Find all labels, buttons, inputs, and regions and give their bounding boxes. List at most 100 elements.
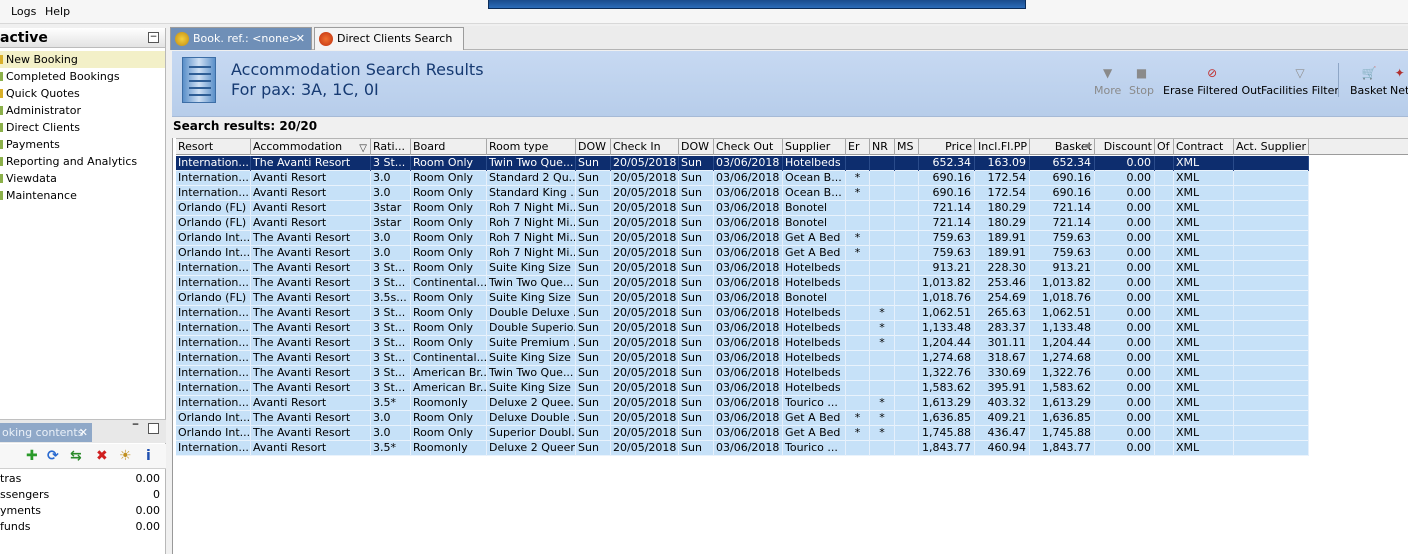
table-row[interactable]: Orlando (FL) The Avanti Resort 3.5s... Room… (176, 291, 1309, 306)
minimize-icon[interactable]: − (148, 32, 159, 43)
cell-contract: XML (1174, 321, 1234, 336)
cell-board: Room Only (411, 186, 487, 201)
cell-check-out: 03/06/2018 (714, 396, 783, 411)
cell-supplier: Bonotel (783, 291, 846, 306)
close-icon[interactable]: ✕ (79, 423, 88, 442)
cell-accommodation: The Avanti Resort (251, 321, 371, 336)
table-row[interactable]: Orlando Int... The Avanti Resort 3.0 Room O… (176, 411, 1309, 426)
column-header-resort[interactable]: Resort (176, 139, 251, 155)
column-header-ms[interactable]: MS (895, 139, 919, 155)
cell-price: 652.34 (919, 156, 975, 171)
minimize-icon[interactable]: − (130, 421, 141, 432)
cell-resort: Internation... (176, 156, 251, 171)
close-icon[interactable]: ✕ (296, 28, 305, 50)
tab-booking-contents[interactable]: oking contents ✕ (0, 423, 92, 442)
column-header-dow-in[interactable]: DOW (576, 139, 611, 155)
table-row[interactable]: Internation... Avanti Resort 3.0 Room Only S… (176, 171, 1309, 186)
nav-item-payments[interactable]: Payments (0, 136, 165, 153)
cell-act-supplier (1234, 306, 1309, 321)
cell-discount: 0.00 (1095, 366, 1155, 381)
table-row[interactable]: Orlando Int... The Avanti Resort 3.0 Room O… (176, 246, 1309, 261)
nav-item-maintenance[interactable]: Maintenance (0, 187, 165, 204)
column-header-basket[interactable]: Basket (1030, 139, 1095, 155)
info-icon[interactable]: i (146, 448, 151, 464)
cell-resort: Orlando (FL) (176, 291, 251, 306)
stop-button[interactable]: ■ Stop (1129, 67, 1154, 98)
column-header-supplier[interactable]: Supplier (783, 139, 846, 155)
table-row[interactable]: Internation... The Avanti Resort 3 St... Am… (176, 381, 1309, 396)
column-header-incl-fl-pp[interactable]: Incl.Fl.PP (975, 139, 1030, 155)
nav-item-completed-bookings[interactable]: Completed Bookings (0, 68, 165, 85)
nav-item-administrator[interactable]: Administrator (0, 102, 165, 119)
column-header-of[interactable]: Of (1155, 139, 1174, 155)
column-header-discount[interactable]: Discount (1095, 139, 1155, 155)
cell-rating: 3.0 (371, 231, 411, 246)
erase-filtered-button[interactable]: ⊘ Erase Filtered Out (1163, 67, 1261, 98)
cell-nr (870, 276, 895, 291)
cell-check-in: 20/05/2018 (611, 426, 679, 441)
cell-of (1155, 246, 1174, 261)
column-header-rating[interactable]: Rati... (371, 139, 411, 155)
table-row[interactable]: Internation... Avanti Resort 3.5* Roomonly D… (176, 441, 1309, 456)
basket-button[interactable]: 🛒 Basket (1350, 67, 1387, 98)
cell-ms (895, 291, 919, 306)
facilities-filter-button[interactable]: ▽ Facilities Filter (1261, 66, 1339, 98)
column-header-price[interactable]: Price (919, 139, 975, 155)
menu-help[interactable]: Help (45, 5, 70, 18)
transfer-icon[interactable]: ⇆ (70, 448, 82, 464)
cell-incl-fl-pp: 180.29 (975, 216, 1030, 231)
table-row[interactable]: Internation... The Avanti Resort 3 St... Co… (176, 276, 1309, 291)
column-header-contract[interactable]: Contract (1174, 139, 1234, 155)
refresh-icon[interactable]: ⟳ (47, 448, 59, 464)
cell-contract: XML (1174, 351, 1234, 366)
column-header-dow-out[interactable]: DOW (679, 139, 714, 155)
menu-logs[interactable]: Logs (11, 5, 36, 18)
nav-item-viewdata[interactable]: Viewdata (0, 170, 165, 187)
add-icon[interactable]: ✚ (26, 448, 38, 464)
nav-item-new-booking[interactable]: New Booking (0, 51, 165, 68)
table-row[interactable]: Internation... The Avanti Resort 3 St... Ro… (176, 321, 1309, 336)
cell-rating: 3 St... (371, 381, 411, 396)
table-row[interactable]: Orlando (FL) Avanti Resort 3star Room Only R… (176, 201, 1309, 216)
cell-check-in: 20/05/2018 (611, 351, 679, 366)
cell-price: 1,133.48 (919, 321, 975, 336)
filter-icon[interactable]: ▽ (359, 141, 367, 155)
cell-rating: 3.0 (371, 171, 411, 186)
tab-book-ref[interactable]: Book. ref.: <none> ✕ (170, 27, 312, 50)
delete-icon[interactable]: ✖ (96, 448, 108, 464)
column-header-nr[interactable]: NR (870, 139, 895, 155)
column-header-check-out[interactable]: Check Out (714, 139, 783, 155)
column-header-er[interactable]: Er (846, 139, 870, 155)
nav-item-reporting[interactable]: Reporting and Analytics (0, 153, 165, 170)
table-row[interactable]: Internation... Avanti Resort 3.0 Room Only S… (176, 186, 1309, 201)
cell-dow-in: Sun (576, 276, 611, 291)
cell-room-type: Roh 7 Night Mi... (489, 216, 576, 231)
table-row[interactable]: Orlando Int... The Avanti Resort 3.0 Room O… (176, 426, 1309, 441)
table-row[interactable]: Internation... The Avanti Resort 3 St... Co… (176, 351, 1309, 366)
column-header-check-in[interactable]: Check In (611, 139, 679, 155)
more-button[interactable]: ▼ More (1094, 67, 1121, 98)
table-row[interactable]: Orlando Int... The Avanti Resort 3.0 Room O… (176, 231, 1309, 246)
table-row[interactable]: Internation... The Avanti Resort 3 St... Am… (176, 366, 1309, 381)
table-row[interactable]: Internation... The Avanti Resort 3 St... Ro… (176, 336, 1309, 351)
cell-accommodation: The Avanti Resort (251, 246, 371, 261)
filter-icon: ▽ (1295, 66, 1305, 80)
cell-dow-in: Sun (576, 261, 611, 276)
cell-check-in: 20/05/2018 (611, 291, 679, 306)
table-row[interactable]: Internation... The Avanti Resort 3 St... Ro… (176, 306, 1309, 321)
cell-check-in: 20/05/2018 (611, 171, 679, 186)
maximize-icon[interactable] (148, 423, 159, 434)
table-row[interactable]: Internation... Avanti Resort 3.5* Roomonly D… (176, 396, 1309, 411)
table-row[interactable]: Internation... The Avanti Resort 3 St... Ro… (176, 261, 1309, 276)
column-header-board[interactable]: Board (411, 139, 487, 155)
holiday-icon[interactable]: ☀ (119, 448, 132, 464)
nav-item-direct-clients[interactable]: Direct Clients (0, 119, 165, 136)
column-header-room-type[interactable]: Room type (487, 139, 576, 155)
table-row[interactable]: Orlando (FL) Avanti Resort 3star Room Only R… (176, 216, 1309, 231)
nav-item-quick-quotes[interactable]: Quick Quotes (0, 85, 165, 102)
table-row[interactable]: Internation... The Avanti Resort 3 St... Ro… (176, 156, 1309, 171)
tab-direct-clients-search[interactable]: Direct Clients Search (314, 27, 464, 50)
column-header-act-supplier[interactable]: Act. Supplier (1234, 139, 1309, 155)
column-header-accommodation[interactable]: Accommodation ▽ (251, 139, 371, 155)
net-button[interactable]: ✦ Net (1390, 67, 1408, 98)
